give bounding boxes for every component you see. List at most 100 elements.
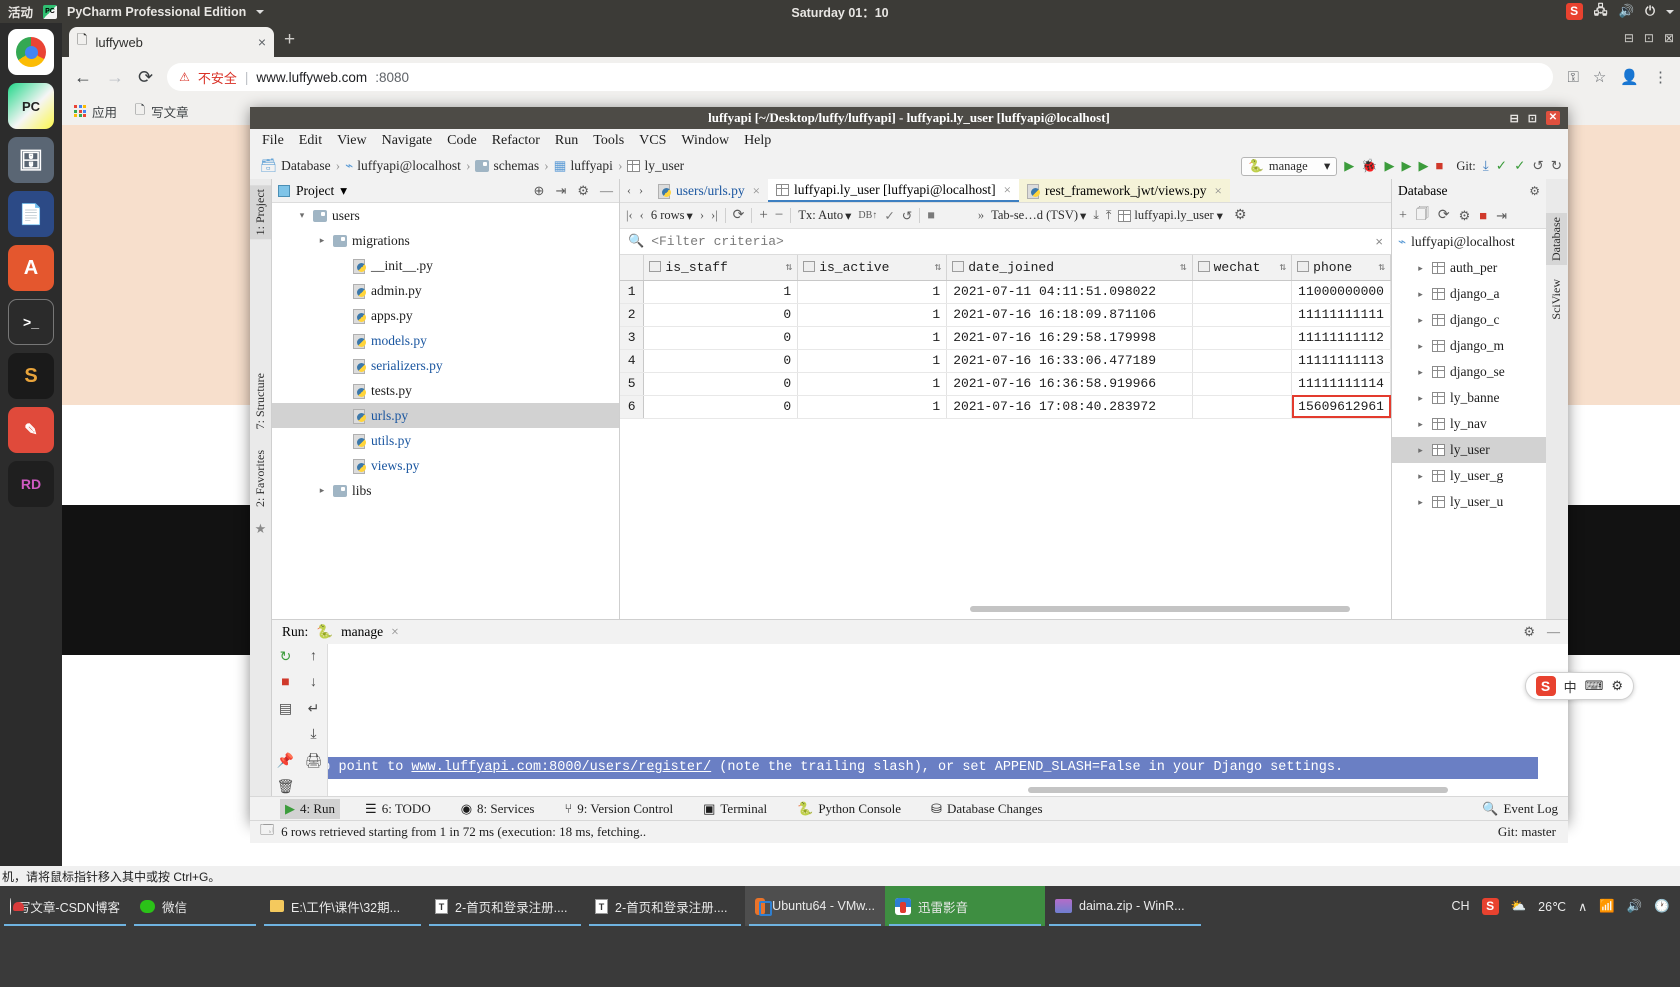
cell-wechat[interactable] [1192,280,1293,304]
settings-icon[interactable]: ⚙ [1611,678,1623,694]
taskbar-item-explorer[interactable]: E:\工作\课件\32期... [260,886,425,926]
db-table-django-a[interactable]: ▸ django_a [1392,281,1568,307]
chevron-right-icon[interactable]: ▸ [316,235,328,246]
push-icon[interactable]: ✓ [1514,158,1525,174]
table-row[interactable]: 3 0 1 2021-07-16 16:29:58.179998 11111111112 [620,326,1391,350]
chevron-down-icon[interactable]: ▾ [296,210,308,221]
table-selector[interactable]: luffyapi.ly_user ▾ [1118,208,1223,224]
maximize-icon[interactable]: ⊡ [1644,31,1654,45]
close-icon[interactable]: × [753,183,760,199]
ime-indicator[interactable]: CH [1452,899,1470,913]
cell-is-active[interactable]: 1 [797,395,948,419]
chevron-right-icon[interactable]: ▸ [1414,315,1427,326]
ubuntu-software-icon[interactable]: A [8,245,54,291]
taskbar-item-csdn[interactable]: 写文章-CSDN博客 [0,886,130,926]
activities-button[interactable]: 活动 [8,2,33,21]
chevron-right-icon[interactable]: ▸ [1414,393,1427,404]
minimize-icon[interactable]: ⊟ [1510,112,1519,125]
sidebar-item-favorites[interactable]: 2: Favorites [250,446,271,511]
row-count-selector[interactable]: 6 rows ▾ [651,208,693,224]
cell-phone[interactable]: 11111111113 [1291,349,1391,373]
new-tab-button[interactable]: + [284,30,295,49]
event-log-button[interactable]: 🔍 Event Log [1482,801,1558,817]
column-header-date-joined[interactable]: date_joined ⇅ [946,255,1193,281]
clock-icon[interactable]: 🕐 [1654,899,1670,914]
prev-tab-icon[interactable]: ‹ [627,183,631,198]
cell-phone[interactable]: 11111111111 [1291,303,1391,327]
menu-item-help[interactable]: Help [744,133,771,149]
cell-date-joined[interactable]: 2021-07-16 16:36:58.919966 [946,372,1193,396]
power-icon[interactable]: ⏻ [1645,4,1655,19]
gear-icon[interactable]: ⚙ [577,183,589,199]
volume-icon[interactable]: 🔊 [1627,899,1643,914]
scroll-down-icon[interactable]: ↓ [300,670,328,696]
collapse-all-icon[interactable]: ⇥ [555,183,566,199]
attach-button[interactable]: ▶ [1418,158,1428,174]
chevron-right-icon[interactable]: ▸ [1414,263,1427,274]
menu-icon[interactable]: ⋮ [1653,68,1668,86]
cell-wechat[interactable] [1192,349,1293,373]
cell-is-staff[interactable]: 0 [643,349,799,373]
network-icon[interactable]: 📶 [1599,899,1615,914]
hide-icon[interactable]: — [600,183,613,199]
minimize-icon[interactable]: ⊟ [1624,31,1634,45]
tree-item-tests-py[interactable]: tests.py [272,378,619,403]
db-table-django-se[interactable]: ▸ django_se [1392,359,1568,385]
cell-date-joined[interactable]: 2021-07-11 04:11:51.098022 [946,280,1193,304]
overflow-icon[interactable]: » [978,208,984,223]
breadcrumb-schema[interactable]: ▦ luffyapi [554,158,613,174]
cell-is-active[interactable]: 1 [797,280,948,304]
cell-phone[interactable]: 15609612961 [1291,395,1391,419]
close-icon[interactable]: × [258,34,266,50]
tree-item-users[interactable]: ▾ users [272,203,619,228]
forward-icon[interactable]: → [106,67,124,88]
cell-is-active[interactable]: 1 [797,326,948,350]
next-page-icon[interactable]: › [700,208,704,223]
table-row[interactable]: 6 0 1 2021-07-16 17:08:40.283972 15609612961 [620,395,1391,419]
column-header-wechat[interactable]: wechat ⇅ [1192,255,1293,281]
sidebar-item-sciview[interactable]: SciView [1546,275,1567,324]
collapse-all-icon[interactable]: ⇥ [1496,208,1507,224]
chevron-right-icon[interactable]: ▸ [316,485,328,496]
db-table-auth-per[interactable]: ▸ auth_per [1392,255,1568,281]
sogou-icon[interactable]: S [1565,3,1583,20]
close-icon[interactable]: × [1375,234,1383,249]
star-icon[interactable]: ☆ [1593,68,1606,86]
sidebar-item-structure[interactable]: 7: Structure [250,369,271,433]
db-table-django-c[interactable]: ▸ django_c [1392,307,1568,333]
tree-item-serializers-py[interactable]: serializers.py [272,353,619,378]
debug-button[interactable]: 🐞 [1361,158,1377,174]
keyboard-icon[interactable]: ⌨ [1585,678,1604,694]
tool-window-database-changes[interactable]: ⛁ Database Changes [926,799,1048,819]
stop-button[interactable]: ■ [1435,158,1443,174]
gear-icon[interactable]: ⚙ [1529,184,1540,199]
commit-icon[interactable]: ✓ [1496,158,1507,174]
cell-is-staff[interactable]: 0 [643,326,799,350]
breadcrumb-connection[interactable]: ⌁ luffyapi@localhost [345,158,461,174]
tab-rest-framework-jwt-views[interactable]: rest_framework_jwt/views.py × [1018,179,1230,202]
pin-icon[interactable]: 📌 [272,748,300,774]
tree-item-libs[interactable]: ▸ libs [272,478,619,503]
cell-wechat[interactable] [1192,326,1293,350]
run-configuration-selector[interactable]: 🐍 manage ▾ [1241,156,1338,176]
import-icon[interactable]: ⤒ [1106,208,1112,223]
sort-icon[interactable]: ⇅ [1180,260,1187,274]
ime-language-label[interactable]: 中 [1564,677,1577,696]
ime-popup[interactable]: S 中 ⌨ ⚙ [1524,672,1634,700]
chevron-down-icon[interactable]: ▾ [340,183,347,199]
tool-window-version-control[interactable]: ⑂ 9: Version Control [559,799,678,819]
star-icon[interactable]: ★ [250,521,271,537]
column-header-is-active[interactable]: is_active ⇅ [797,255,948,281]
taskbar-item-vmware[interactable]: Ubuntu64 - VMw... [745,886,885,926]
locate-icon[interactable]: ⊕ [534,183,545,199]
chevron-right-icon[interactable]: ▸ [1414,471,1427,482]
cell-is-staff[interactable]: 1 [643,280,799,304]
stop-icon[interactable]: ■ [927,208,935,223]
taskbar-item-doc-1[interactable]: T 2-首页和登录注册.... [425,886,585,926]
next-tab-icon[interactable]: › [639,183,643,198]
menu-item-edit[interactable]: Edit [299,133,322,149]
back-icon[interactable]: ← [74,67,92,88]
chevron-right-icon[interactable]: ▸ [1414,445,1427,456]
tree-item-admin-py[interactable]: admin.py [272,278,619,303]
soft-wrap-icon[interactable]: ↵ [300,696,328,722]
